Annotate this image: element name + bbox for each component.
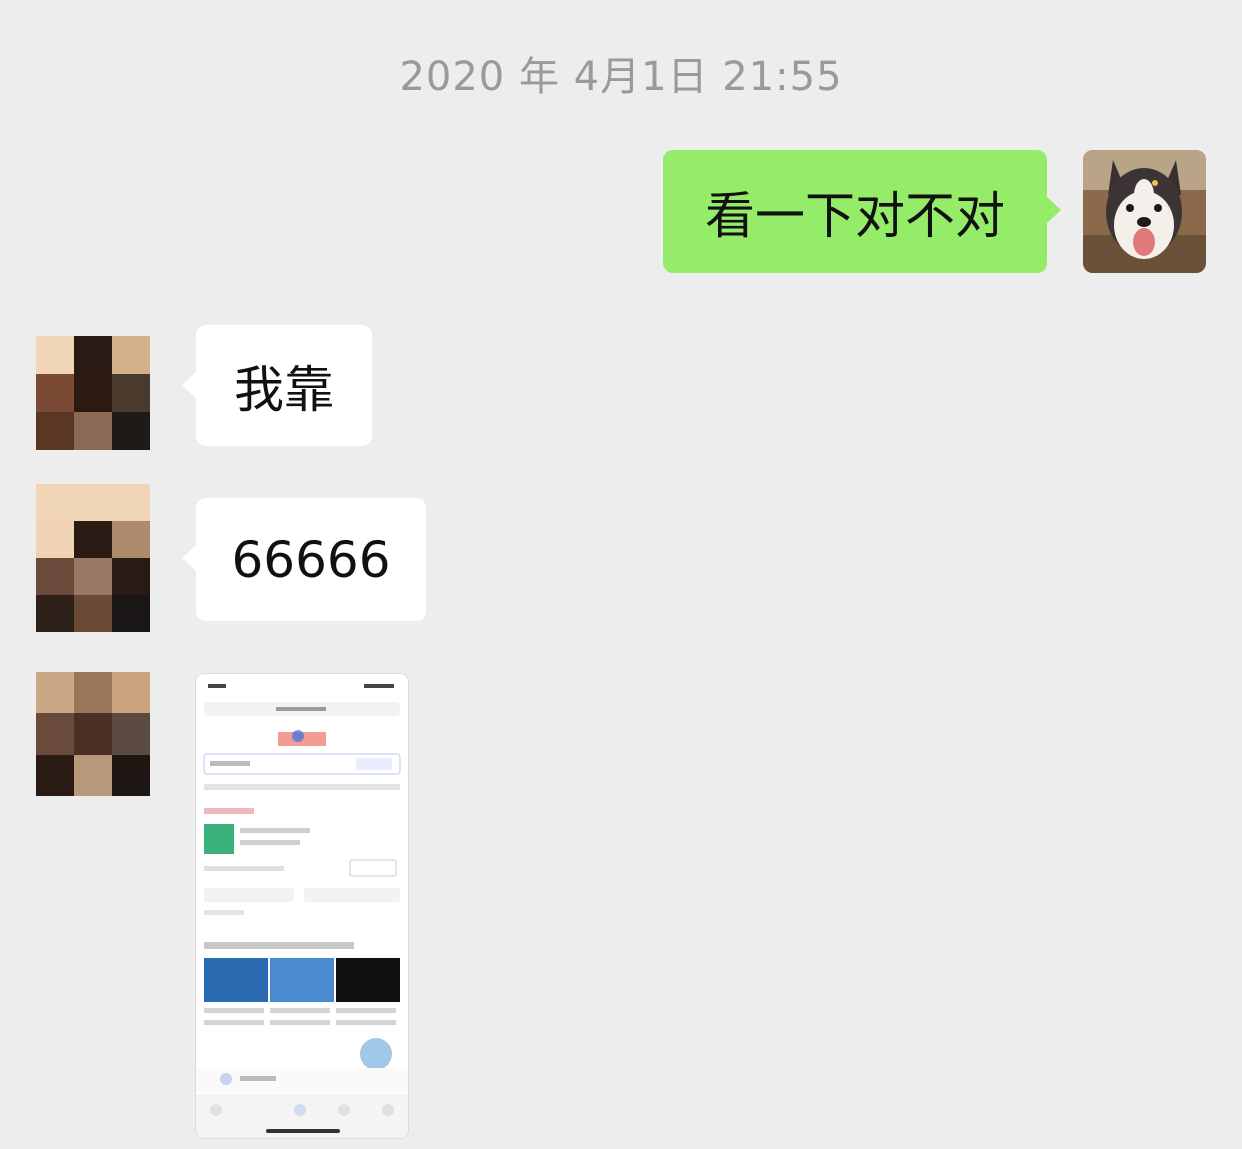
outgoing-message-text: 看一下对不对 bbox=[705, 186, 1005, 245]
incoming-message-bubble[interactable]: 66666 bbox=[182, 498, 426, 621]
contact-avatar[interactable] bbox=[36, 672, 150, 796]
incoming-message-bubble[interactable]: 我靠 bbox=[182, 325, 372, 446]
dog-photo-icon bbox=[1083, 150, 1206, 273]
contact-avatar[interactable] bbox=[36, 336, 150, 450]
outgoing-message-bubble[interactable]: 看一下对不对 bbox=[663, 150, 1061, 273]
message-timestamp: 2020 年 4月1日 21:55 bbox=[399, 54, 843, 100]
incoming-message-text: 66666 bbox=[231, 530, 391, 589]
self-avatar[interactable] bbox=[1083, 150, 1206, 273]
screenshot-image-message[interactable] bbox=[196, 674, 408, 1138]
screenshot-image bbox=[196, 674, 408, 1138]
contact-avatar[interactable] bbox=[36, 484, 150, 632]
incoming-message-text: 我靠 bbox=[234, 360, 334, 419]
